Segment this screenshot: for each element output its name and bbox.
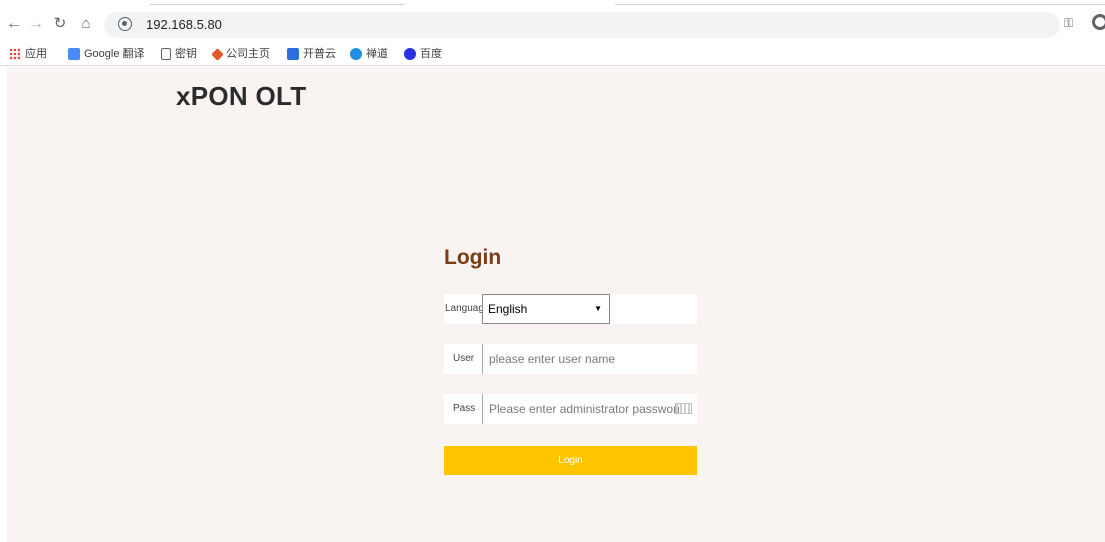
field-divider bbox=[482, 394, 483, 424]
language-row: Language English ▼ bbox=[444, 294, 697, 324]
bookmark-company[interactable]: 公司主页 bbox=[211, 46, 270, 62]
user-row: User please enter user name bbox=[444, 344, 697, 374]
login-title: Login bbox=[444, 246, 502, 269]
url-text: 192.168.5.80 bbox=[146, 17, 222, 32]
bookmarks-bar: 应用 Google 翻译 密钥 公司主页 开普云 禅道 百度 bbox=[0, 42, 1105, 66]
home-icon[interactable]: ⌂ bbox=[76, 13, 96, 35]
browser-toolbar: ← → ↻ ⌂ 192.168.5.80 bbox=[0, 10, 1105, 40]
google-translate-icon bbox=[68, 48, 80, 61]
bookmark-google-translate[interactable]: Google 翻译 bbox=[68, 46, 145, 62]
site-info-icon[interactable] bbox=[118, 17, 132, 31]
page-icon bbox=[161, 48, 171, 61]
language-label: Language bbox=[445, 303, 482, 314]
bookmark-baidu[interactable]: 百度 bbox=[404, 46, 442, 62]
bookmark-zentao[interactable]: 禅道 bbox=[350, 46, 388, 62]
keyboard-icon[interactable] bbox=[675, 403, 692, 414]
forward-icon[interactable]: → bbox=[26, 13, 46, 35]
tab-divider bbox=[150, 4, 405, 5]
kaipu-cloud-icon bbox=[287, 48, 299, 61]
address-bar[interactable]: 192.168.5.80 bbox=[104, 12, 1060, 38]
tab-strip bbox=[0, 0, 1105, 6]
bookmark-keys[interactable]: 密钥 bbox=[161, 46, 197, 62]
apps-icon bbox=[9, 48, 21, 61]
user-label: User bbox=[453, 353, 475, 364]
password-input[interactable]: Please enter administrator password bbox=[489, 394, 679, 424]
key-icon[interactable]: ⚿ bbox=[1064, 16, 1073, 31]
username-input[interactable]: please enter user name bbox=[489, 344, 679, 374]
reload-icon[interactable]: ↻ bbox=[50, 13, 70, 35]
field-divider bbox=[482, 344, 483, 374]
tab-divider bbox=[615, 4, 1105, 5]
zentao-icon bbox=[350, 48, 362, 61]
page-body: xPON OLT Login Language English ▼ User p… bbox=[7, 67, 1105, 542]
language-value: English bbox=[488, 302, 528, 316]
baidu-icon bbox=[404, 48, 416, 61]
profile-icon[interactable] bbox=[1092, 14, 1105, 30]
pass-label: Pass bbox=[453, 403, 476, 414]
password-row: Pass Please enter administrator password bbox=[444, 394, 697, 424]
brand-title: xPON OLT bbox=[176, 81, 307, 111]
company-icon bbox=[211, 47, 224, 61]
bookmark-apps[interactable]: 应用 bbox=[9, 46, 47, 62]
login-button[interactable]: Login bbox=[444, 446, 697, 475]
back-icon[interactable]: ← bbox=[4, 13, 24, 35]
bookmark-kaipu[interactable]: 开普云 bbox=[287, 46, 336, 62]
language-select[interactable]: English ▼ bbox=[482, 294, 610, 324]
dropdown-arrow-icon: ▼ bbox=[594, 304, 602, 313]
